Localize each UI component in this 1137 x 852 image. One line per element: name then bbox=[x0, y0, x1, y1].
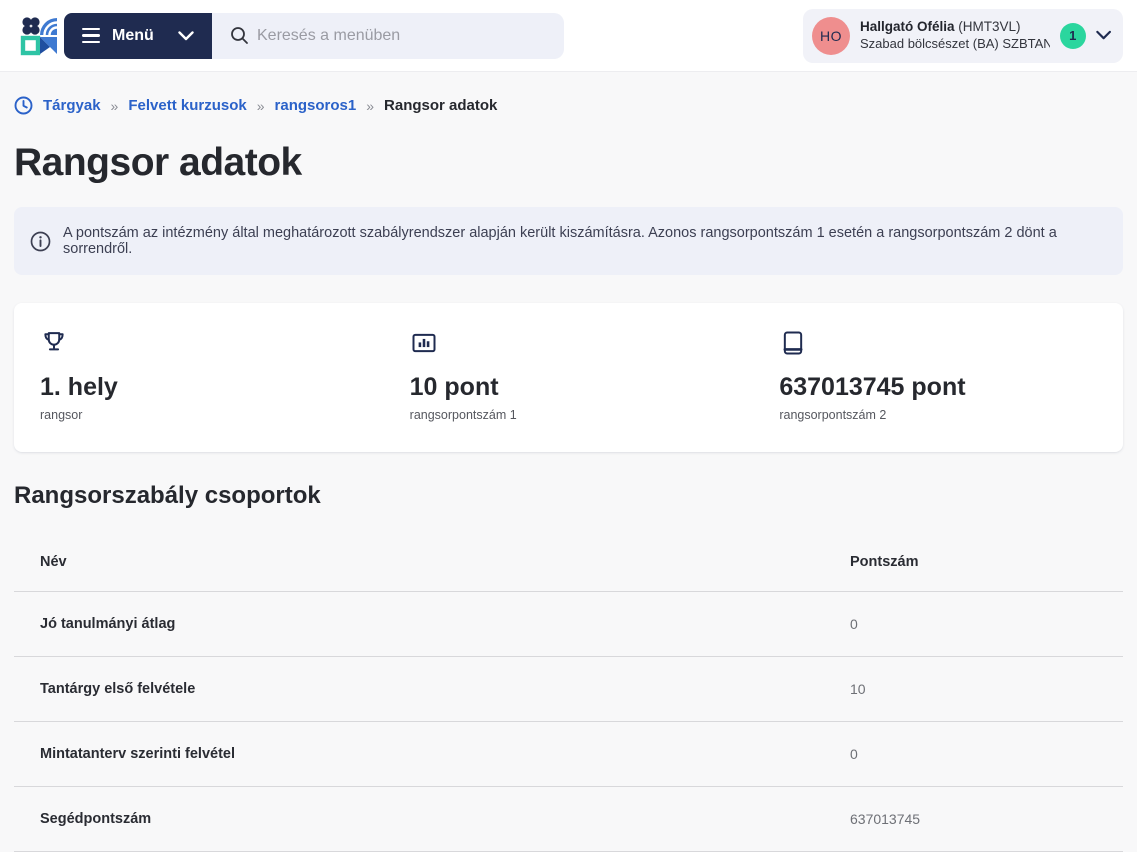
hamburger-icon bbox=[82, 28, 100, 43]
stat-value: 1. hely bbox=[40, 373, 384, 402]
info-banner: A pontszám az intézmény által meghatároz… bbox=[14, 207, 1123, 275]
app-header: Menü HO Hallgató Ofélia (HMT3VL) Szabad … bbox=[0, 0, 1137, 72]
main-content: Tárgyak » Felvett kurzusok » rangsoros1 … bbox=[0, 96, 1137, 852]
user-program: Szabad bölcsészet (BA) SZBTANB1 - alapk… bbox=[860, 36, 1050, 52]
row-score: 0 bbox=[850, 616, 1123, 632]
row-score: 10 bbox=[850, 681, 1123, 697]
user-code: (HMT3VL) bbox=[958, 19, 1020, 34]
stat-points1: 10 pont rangsorpontszám 1 bbox=[384, 329, 754, 422]
rule-groups-table: Név Pontszám Jó tanulmányi átlag 0 Tantá… bbox=[14, 532, 1123, 852]
table-header-row: Név Pontszám bbox=[14, 532, 1123, 592]
stat-label: rangsor bbox=[40, 408, 384, 422]
search-input[interactable] bbox=[257, 27, 552, 45]
user-name: Hallgató Ofélia bbox=[860, 19, 955, 34]
info-banner-text: A pontszám az intézmény által meghatároz… bbox=[63, 225, 1107, 257]
notification-badge: 1 bbox=[1060, 23, 1086, 49]
row-score: 0 bbox=[850, 746, 1123, 762]
breadcrumb-link-felvett-kurzusok[interactable]: Felvett kurzusok bbox=[128, 97, 246, 114]
menu-button[interactable]: Menü bbox=[64, 13, 212, 59]
stat-value: 10 pont bbox=[410, 373, 754, 402]
breadcrumb-separator: » bbox=[366, 98, 374, 114]
chevron-down-icon bbox=[178, 31, 194, 41]
column-header-nev: Név bbox=[40, 554, 850, 570]
column-header-pontszam: Pontszám bbox=[850, 554, 1123, 570]
chevron-down-icon bbox=[1096, 30, 1111, 41]
row-name: Jó tanulmányi átlag bbox=[40, 616, 850, 632]
menu-button-label: Menü bbox=[112, 27, 154, 45]
stat-rank: 1. hely rangsor bbox=[14, 329, 384, 422]
search-icon bbox=[230, 26, 249, 45]
stat-points2: 637013745 pont rangsorpontszám 2 bbox=[753, 329, 1123, 422]
row-name: Segédpontszám bbox=[40, 811, 850, 827]
row-score: 637013745 bbox=[850, 811, 1123, 827]
row-name: Mintatanterv szerinti felvétel bbox=[40, 746, 850, 762]
breadcrumb-current: Rangsor adatok bbox=[384, 97, 497, 114]
table-row: Jó tanulmányi átlag 0 bbox=[14, 592, 1123, 657]
breadcrumb-separator: » bbox=[111, 98, 119, 114]
table-row: Mintatanterv szerinti felvétel 0 bbox=[14, 722, 1123, 787]
stat-label: rangsorpontszám 2 bbox=[779, 408, 1123, 422]
trophy-icon bbox=[40, 329, 384, 359]
row-name: Tantárgy első felvétele bbox=[40, 681, 850, 697]
history-clock-icon bbox=[14, 96, 33, 115]
table-row: Segédpontszám 637013745 bbox=[14, 787, 1123, 852]
search-box bbox=[212, 13, 564, 59]
avatar: HO bbox=[812, 17, 850, 55]
stat-value: 637013745 pont bbox=[779, 373, 1123, 402]
page-title: Rangsor adatok bbox=[14, 141, 1123, 185]
breadcrumb-link-targyak[interactable]: Tárgyak bbox=[43, 97, 101, 114]
info-icon bbox=[30, 231, 51, 252]
breadcrumb-separator: » bbox=[257, 98, 265, 114]
breadcrumb: Tárgyak » Felvett kurzusok » rangsoros1 … bbox=[14, 96, 1123, 115]
book-icon bbox=[779, 329, 1123, 359]
user-menu[interactable]: HO Hallgató Ofélia (HMT3VL) Szabad bölcs… bbox=[803, 9, 1123, 63]
neptun-logo-icon[interactable] bbox=[14, 14, 58, 58]
ranking-stats-card: 1. hely rangsor 10 pont rangsorpontszám … bbox=[14, 303, 1123, 452]
table-row: Tantárgy első felvétele 10 bbox=[14, 657, 1123, 722]
menu-search-group: Menü bbox=[64, 13, 564, 59]
bar-chart-icon bbox=[410, 329, 754, 359]
section-title: Rangsorszabály csoportok bbox=[14, 482, 1123, 510]
breadcrumb-link-rangsoros1[interactable]: rangsoros1 bbox=[275, 97, 357, 114]
stat-label: rangsorpontszám 1 bbox=[410, 408, 754, 422]
user-info: Hallgató Ofélia (HMT3VL) Szabad bölcsész… bbox=[860, 19, 1050, 52]
